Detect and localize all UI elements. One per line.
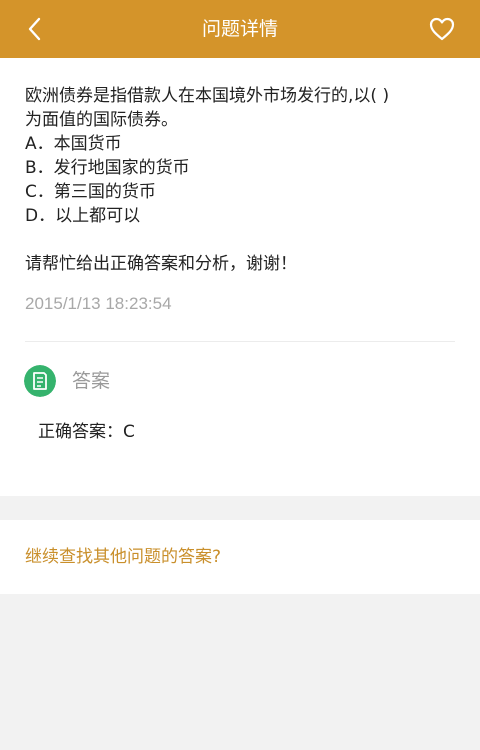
question-stem-line: 为面值的国际债券。 — [25, 110, 178, 130]
question-card: 欧洲债券是指借款人在本国境外市场发行的,以( ) 为面值的国际债券。 A．本国货… — [0, 58, 480, 496]
find-more-answers-link[interactable]: 继续查找其他问题的答案? — [25, 544, 221, 570]
question-request: 请帮忙给出正确答案和分析，谢谢！ — [25, 254, 297, 274]
answer-text: 正确答案：C — [38, 422, 135, 442]
more-questions-panel: 继续查找其他问题的答案? — [0, 520, 480, 594]
question-stem-line: 欧洲债券是指借款人在本国境外市场发行的,以( ) — [25, 86, 390, 106]
option-b: B．发行地国家的货币 — [25, 158, 190, 178]
option-a: A．本国货币 — [25, 134, 122, 154]
question-body: 欧洲债券是指借款人在本国境外市场发行的,以( ) 为面值的国际债券。 A．本国货… — [25, 84, 465, 276]
divider — [25, 341, 455, 342]
option-c: C．第三国的货币 — [25, 182, 156, 202]
page-title: 问题详情 — [201, 18, 278, 40]
question-timestamp: 2015/1/13 18:23:54 — [25, 294, 172, 313]
app-header: 问题详情 — [0, 0, 480, 58]
option-d: D．以上都可以 — [25, 206, 141, 226]
answer-heading: 答案 — [72, 370, 111, 392]
heart-icon[interactable] — [428, 16, 456, 42]
answer-document-icon — [24, 365, 56, 397]
